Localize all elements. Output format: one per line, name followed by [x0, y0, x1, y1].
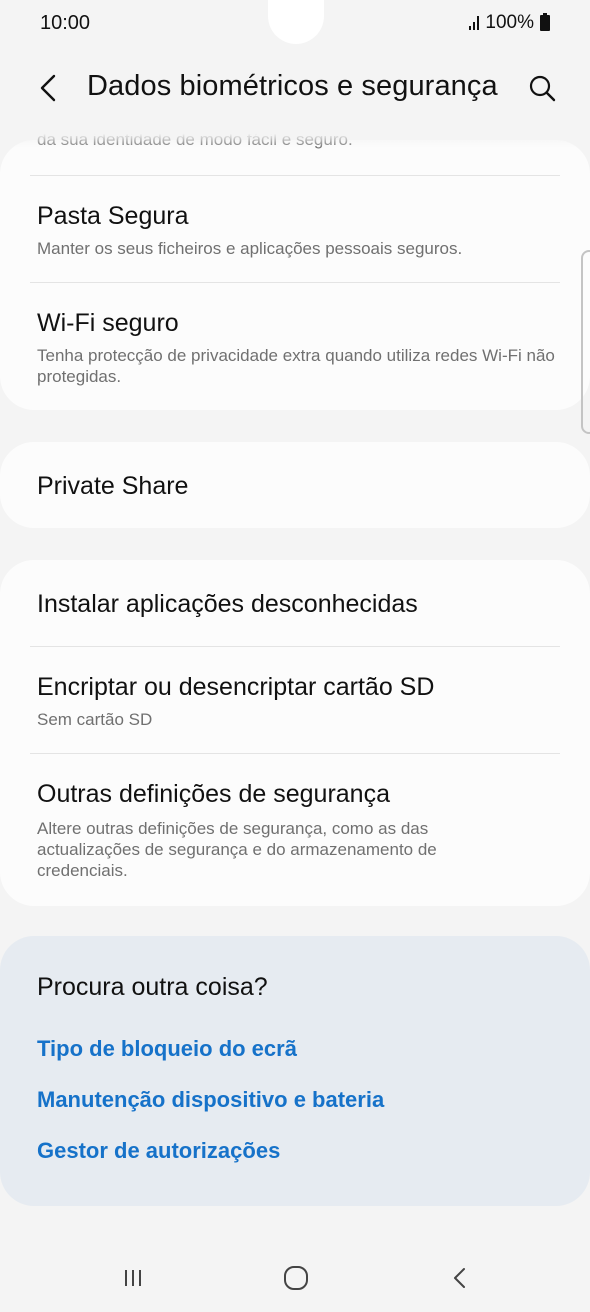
list-item-title: Encriptar ou desencriptar cartão SD — [37, 673, 435, 701]
chevron-left-icon — [40, 74, 56, 102]
battery-percent: 100% — [485, 12, 534, 33]
status-time: 10:00 — [40, 12, 91, 34]
list-item-outras-definicoes[interactable]: Outras definições de segurança Altere ou… — [0, 754, 590, 906]
navigation-bar — [0, 1240, 590, 1312]
link-gestor-autorizacoes[interactable]: Gestor de autorizações — [37, 1138, 280, 1164]
suggestions-title: Procura outra coisa? — [37, 973, 268, 1001]
battery-full-icon — [540, 13, 550, 31]
list-item-title: Private Share — [37, 472, 189, 500]
link-tipo-bloqueio[interactable]: Tipo de bloqueio do ecrã — [37, 1036, 297, 1062]
list-item-title: Wi-Fi seguro — [37, 309, 179, 337]
list-item-title: Instalar aplicações desconhecidas — [37, 590, 418, 618]
back-nav-button[interactable] — [430, 1258, 490, 1298]
list-item-subtitle: Sem cartão SD — [37, 710, 153, 729]
search-icon — [529, 75, 556, 102]
recent-apps-icon — [125, 1270, 141, 1286]
signal-bars-icon — [469, 16, 480, 30]
camera-notch — [268, 0, 324, 44]
list-item-pasta-segura[interactable]: Pasta Segura Manter os seus ficheiros e … — [0, 176, 590, 282]
page-title: Dados biométricos e segurança — [87, 70, 498, 102]
list-item-subtitle: Manter os seus ficheiros e aplicações pe… — [37, 239, 463, 258]
list-item-wifi-seguro[interactable]: Wi-Fi seguro Tenha protecção de privacid… — [0, 283, 590, 410]
link-manutencao-dispositivo[interactable]: Manutenção dispositivo e bateria — [37, 1087, 384, 1113]
list-item-title: Pasta Segura — [37, 202, 189, 230]
list-item-instalar-aplicacoes[interactable]: Instalar aplicações desconhecidas — [0, 560, 590, 646]
recent-apps-button[interactable] — [103, 1258, 163, 1298]
scrollbar[interactable] — [581, 250, 590, 434]
back-button[interactable] — [28, 66, 68, 110]
scroll-fade — [0, 124, 590, 148]
list-item-encriptar-sd[interactable]: Encriptar ou desencriptar cartão SD Sem … — [0, 647, 590, 753]
app-bar: Dados biométricos e segurança — [0, 52, 590, 124]
list-item-subtitle: Altere outras definições de segurança, c… — [37, 819, 437, 880]
home-icon — [284, 1266, 308, 1290]
list-item-subtitle: Tenha protecção de privacidade extra qua… — [37, 346, 555, 386]
status-bar: 10:00 100% — [0, 0, 590, 48]
suggestions-card: Procura outra coisa? Tipo de bloqueio do… — [0, 936, 590, 1206]
list-item-private-share[interactable]: Private Share — [0, 442, 590, 528]
back-icon — [454, 1268, 465, 1288]
home-button[interactable] — [266, 1258, 326, 1298]
list-item-title: Outras definições de segurança — [37, 780, 390, 808]
search-button[interactable] — [520, 66, 564, 110]
status-indicators: 100% — [469, 12, 550, 34]
